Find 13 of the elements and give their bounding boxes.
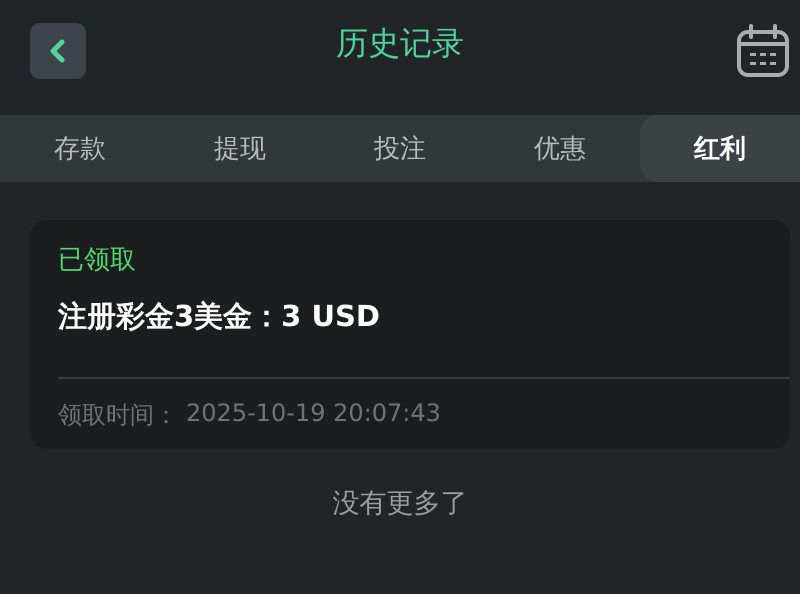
no-more-text: 没有更多了 xyxy=(332,487,468,521)
tab[interactable]: 存款 xyxy=(0,115,160,182)
time-label: 领取时间： xyxy=(58,400,178,431)
status-label: 已领取 xyxy=(58,244,136,277)
back-button[interactable] xyxy=(30,22,86,78)
time-value: 2025-10-19 20:07:43 xyxy=(186,399,441,429)
page-title: 历史记录 xyxy=(336,23,464,64)
tab[interactable]: 红利 xyxy=(640,115,800,182)
record-title: 注册彩金3美金：3 USD xyxy=(58,298,380,335)
tab[interactable]: 投注 xyxy=(320,115,480,182)
calendar-icon[interactable] xyxy=(736,24,790,78)
tab[interactable]: 优惠 xyxy=(480,115,640,182)
tab[interactable]: 提现 xyxy=(160,115,320,182)
